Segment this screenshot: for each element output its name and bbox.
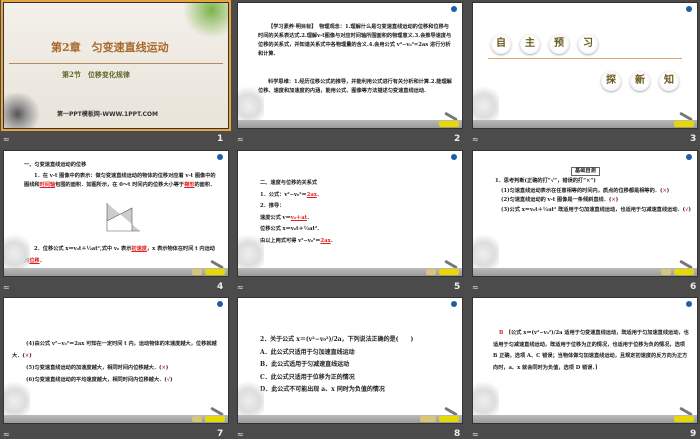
- flower-decoration: [473, 230, 499, 270]
- logo-icon: [451, 6, 457, 12]
- slide-thumbnail-1[interactable]: 第2章 匀变速直线运动 第2节 位移变化规律 第一PPT模板网-WWW.1PPT…: [1, 0, 231, 131]
- slide-transition-icon: ≈: [237, 135, 244, 144]
- return-button[interactable]: [205, 416, 225, 422]
- flower-decoration: [473, 82, 499, 122]
- thinking-text: 科学思维：1.经历位移公式的推导，并能利用公式进行有关分析和计算.2.能理解位移…: [258, 79, 452, 94]
- content: 二、速度与位移的关系式 1．公式：v²−v₀²＝2ax． 2．推导： 速度公式 …: [260, 180, 336, 244]
- section-heading: 一、匀变速直线运动的位移: [24, 162, 87, 168]
- logo-icon: [217, 301, 223, 307]
- slide-footer: [473, 415, 697, 423]
- divider: [9, 63, 223, 64]
- slide-number: 5: [454, 282, 461, 292]
- slide-thumbnail-8[interactable]: 2．关于公式 x＝(v²−v₀²)/2a，下列说法正确的是( ) A．此公式只适…: [237, 297, 463, 424]
- prev-button[interactable]: [426, 269, 436, 275]
- return-button[interactable]: [205, 269, 225, 275]
- logo-icon: [686, 6, 692, 12]
- logo-icon: [686, 154, 692, 160]
- slide-thumbnail-2[interactable]: 【学习素养·明目标】 物理观念：1.理解什么是匀变速直线运动的位移和位移与时间的…: [237, 2, 463, 129]
- slide-number: 2: [454, 134, 461, 144]
- slide-transition-icon: ≈: [3, 283, 10, 292]
- willow-decoration: [173, 3, 228, 38]
- return-button[interactable]: [439, 269, 459, 275]
- content: 2．关于公式 x＝(v²−v₀²)/2a，下列说法正确的是( ) A．此公式只适…: [260, 336, 414, 393]
- logo-icon: [217, 154, 223, 160]
- return-button[interactable]: [674, 269, 694, 275]
- slide-transition-icon: ≈: [237, 283, 244, 292]
- slide-number: 6: [690, 282, 697, 292]
- slide-thumbnail-4[interactable]: 一、匀变速直线运动的位移 1．在 v-t 图像中的表示：做匀变速直线运动的物体的…: [3, 150, 229, 277]
- return-button[interactable]: [439, 121, 459, 127]
- return-button[interactable]: [674, 416, 694, 422]
- slide-transition-icon: ≈: [3, 135, 10, 144]
- section-title-row-2: 探新知: [601, 68, 688, 91]
- flower-decoration: [238, 230, 264, 270]
- prev-button[interactable]: [192, 416, 202, 422]
- slide-thumbnail-3[interactable]: 自主预习 探新知: [472, 2, 698, 129]
- flower-decoration: [238, 82, 264, 122]
- vt-graph: [106, 203, 140, 232]
- char-circle: 探: [601, 71, 621, 91]
- goals-text: 【学习素养·明目标】 物理观念：1.理解什么是匀变速直线运动的位移和位移与时间的…: [258, 24, 452, 57]
- slide-thumbnail-7[interactable]: (4)由公式 v²−v₀²＝2ax 可知在一定时间 t 内，运动物体的末速度越大…: [3, 297, 229, 424]
- slide-thumbnail-5[interactable]: 二、速度与位移的关系式 1．公式：v²−v₀²＝2ax． 2．推导： 速度公式 …: [237, 150, 463, 277]
- content: 1．思考判断(正确的打“√”，错误的打“×”) (1)匀速直线运动表示在任意相等…: [495, 178, 691, 213]
- prev-button[interactable]: [192, 269, 202, 275]
- logo-icon: [451, 154, 457, 160]
- slide-thumbnail-9[interactable]: B [公式 x＝(v²−v₀²)/2a 适用于匀变速直线运动，既适用于匀加速直线…: [472, 297, 698, 424]
- slide-transition-icon: ≈: [472, 135, 479, 144]
- char-circle: 知: [659, 71, 679, 91]
- box-label: 基础自测: [571, 167, 600, 176]
- char-circle: 主: [520, 34, 540, 54]
- char-circle: 新: [630, 71, 650, 91]
- char-circle: 自: [491, 34, 511, 54]
- slide-footer: [238, 120, 462, 128]
- logo-icon: [686, 301, 692, 307]
- slide-number: 4: [217, 282, 224, 292]
- slide-transition-icon: ≈: [472, 283, 479, 292]
- flower-decoration: [238, 377, 264, 417]
- paragraph-2: 2．位移公式 x＝v₀t＋½at²,式中 v₀ 表示初速度，x 表示物体在时间 …: [24, 246, 215, 264]
- return-button[interactable]: [439, 416, 459, 422]
- prev-button[interactable]: [661, 269, 671, 275]
- slide-number: 3: [690, 134, 697, 144]
- slide-subtitle: 第2节 位移变化规律: [62, 70, 130, 79]
- slide-footer: [473, 120, 697, 128]
- char-circle: 习: [578, 34, 598, 54]
- flower-decoration: [4, 230, 30, 270]
- char-circle: 预: [549, 34, 569, 54]
- answer-text: B [公式 x＝(v²−v₀²)/2a 适用于匀变速直线运动，既适用于匀加速直线…: [493, 330, 689, 371]
- logo-icon: [451, 301, 457, 307]
- lotus-decoration: [4, 93, 49, 128]
- answer-button[interactable]: [420, 416, 436, 422]
- divider: [488, 58, 682, 59]
- slide-thumbnail-6[interactable]: 基础自测 1．思考判断(正确的打“√”，错误的打“×”) (1)匀速直线运动表示…: [472, 150, 698, 277]
- section-title-row-1: 自主预习: [491, 31, 607, 54]
- flower-decoration: [473, 377, 499, 417]
- flower-decoration: [4, 377, 30, 417]
- content: (4)由公式 v²−v₀²＝2ax 可知在一定时间 t 内，运动物体的末速度越大…: [12, 341, 217, 383]
- slide-number: 1: [217, 134, 224, 144]
- return-button[interactable]: [674, 121, 694, 127]
- slide-title: 第2章 匀变速直线运动: [51, 41, 169, 54]
- site-text: 第一PPT模板网-WWW.1PPT.COM: [57, 111, 158, 118]
- paragraph-1: 1．在 v-t 图像中的表示：做匀变速直线运动的物体的位移对应着 v-t 图像中…: [24, 173, 216, 188]
